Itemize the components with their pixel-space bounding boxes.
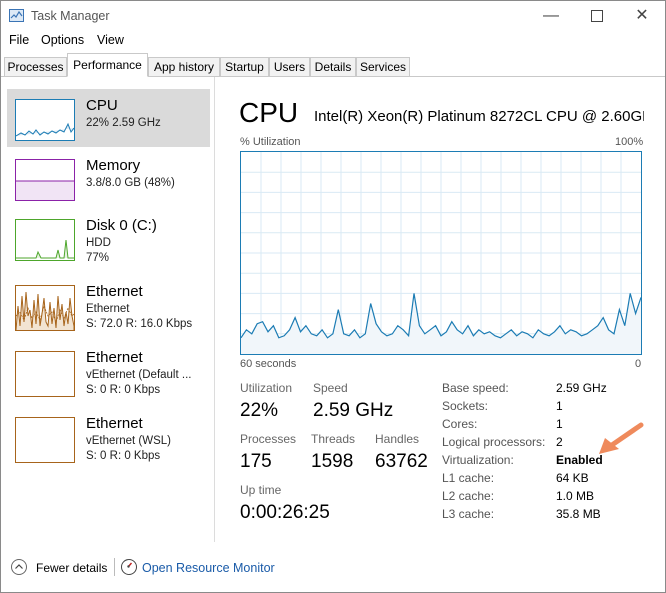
cores-value: 1 [556, 417, 563, 431]
uptime-label: Up time [240, 483, 282, 497]
title-bar: Task Manager — ✕ [1, 1, 665, 31]
processes-value: 175 [240, 451, 272, 472]
graph-time-label: 60 seconds [240, 358, 297, 370]
sockets-label: Sockets: [442, 399, 489, 413]
item-subtitle: 22% 2.59 GHz [86, 117, 161, 129]
speed-value: 2.59 GHz [313, 400, 394, 421]
cpu-utilization-graph [240, 151, 642, 355]
maximize-icon[interactable] [582, 5, 612, 27]
tab-startup[interactable]: Startup [220, 57, 269, 76]
task-manager-icon [9, 9, 24, 22]
base-speed-value: 2.59 GHz [556, 381, 607, 395]
memory-thumbnail-graph [15, 159, 75, 201]
menu-options[interactable]: Options [41, 33, 84, 47]
tab-app-history[interactable]: App history [148, 57, 220, 76]
resource-item-memory[interactable]: Memory 3.8/8.0 GB (48%) [7, 149, 210, 207]
footer-divider [114, 558, 115, 576]
item-title: Disk 0 (C:) [86, 217, 157, 234]
item-title: CPU [86, 97, 118, 114]
close-icon[interactable]: ✕ [627, 5, 657, 27]
item-detail: S: 72.0 R: 16.0 Kbps [86, 318, 193, 330]
l1-cache-label: L1 cache: [442, 471, 495, 485]
footer: Fewer details Open Resource Monitor [1, 554, 665, 584]
chevron-up-icon[interactable] [11, 559, 27, 575]
resource-item-cpu[interactable]: CPU 22% 2.59 GHz [7, 89, 210, 147]
l3-cache-label: L3 cache: [442, 507, 495, 521]
cpu-model: Intel(R) Xeon(R) Platinum 8272CL CPU @ 2… [314, 108, 644, 125]
uptime-value: 0:00:26:25 [240, 502, 330, 523]
item-title: Ethernet [86, 349, 143, 366]
l2-cache-label: L2 cache: [442, 489, 495, 503]
task-manager-window: Task Manager — ✕ File Options View Proce… [0, 0, 666, 593]
menu-view[interactable]: View [97, 33, 124, 47]
minimize-icon[interactable]: — [536, 5, 566, 27]
open-resource-monitor-link[interactable]: Open Resource Monitor [142, 561, 275, 575]
resource-item-ethernet[interactable]: Ethernet Ethernet S: 72.0 R: 16.0 Kbps [7, 275, 210, 333]
resource-item-disk[interactable]: Disk 0 (C:) HDD 77% [7, 209, 210, 267]
resource-item-ethernet[interactable]: Ethernet vEthernet (Default ... S: 0 R: … [7, 341, 210, 399]
ethernet-thumbnail-graph [15, 417, 75, 463]
annotation-arrow-icon [599, 422, 644, 454]
base-speed-label: Base speed: [442, 381, 509, 395]
cpu-thumbnail-graph [15, 99, 75, 141]
logical-processors-label: Logical processors: [442, 435, 546, 449]
processes-label: Processes [240, 432, 297, 446]
item-subtitle: HDD [86, 237, 111, 249]
fewer-details-button[interactable]: Fewer details [36, 561, 107, 575]
item-subtitle: Ethernet [86, 303, 130, 315]
item-title: Memory [86, 157, 141, 174]
item-subtitle: vEthernet (Default ... [86, 369, 192, 381]
item-title: Ethernet [86, 415, 143, 432]
item-detail: S: 0 R: 0 Kbps [86, 450, 161, 462]
tab-details[interactable]: Details [310, 57, 356, 76]
graph-y-label: % Utilization [240, 136, 301, 148]
tab-processes[interactable]: Processes [4, 57, 67, 76]
disk-thumbnail-graph [15, 219, 75, 261]
virtualization-value: Enabled [556, 453, 603, 467]
tab-users[interactable]: Users [269, 57, 310, 76]
handles-value: 63762 [375, 451, 428, 472]
threads-label: Threads [311, 432, 356, 446]
graph-time-end: 0 [635, 358, 642, 370]
resource-monitor-icon[interactable] [121, 559, 137, 575]
tab-performance[interactable]: Performance [67, 53, 148, 77]
item-detail: 77% [86, 252, 110, 264]
item-detail: S: 0 R: 0 Kbps [86, 384, 161, 396]
item-subtitle: vEthernet (WSL) [86, 435, 171, 447]
handles-label: Handles [375, 432, 420, 446]
threads-value: 1598 [311, 451, 354, 472]
utilization-label: Utilization [240, 381, 293, 395]
tab-services[interactable]: Services [356, 57, 410, 76]
resource-item-ethernet[interactable]: Ethernet vEthernet (WSL) S: 0 R: 0 Kbps [7, 407, 210, 465]
ethernet-thumbnail-graph [15, 285, 75, 331]
graph-y-max: 100% [615, 136, 644, 148]
l1-cache-value: 64 KB [556, 471, 589, 485]
l2-cache-value: 1.0 MB [556, 489, 595, 503]
detail-title: CPU [239, 97, 299, 128]
ethernet-thumbnail-graph [15, 351, 75, 397]
window-title: Task Manager [31, 9, 110, 23]
sockets-value: 1 [556, 399, 563, 413]
l3-cache-value: 35.8 MB [556, 507, 601, 521]
menu-file[interactable]: File [9, 33, 29, 47]
speed-label: Speed [313, 381, 348, 395]
resource-list: CPU 22% 2.59 GHz Memory 3.8/8.0 GB (48%)… [1, 77, 215, 542]
item-title: Ethernet [86, 283, 143, 300]
virtualization-label: Virtualization: [442, 453, 514, 467]
graph-gridlines [241, 152, 641, 354]
utilization-value: 22% [240, 400, 279, 421]
item-subtitle: 3.8/8.0 GB (48%) [86, 177, 175, 189]
tab-bar: Processes Performance App history Startu… [1, 53, 665, 77]
cores-label: Cores: [442, 417, 478, 431]
logical-processors-value: 2 [556, 435, 563, 449]
